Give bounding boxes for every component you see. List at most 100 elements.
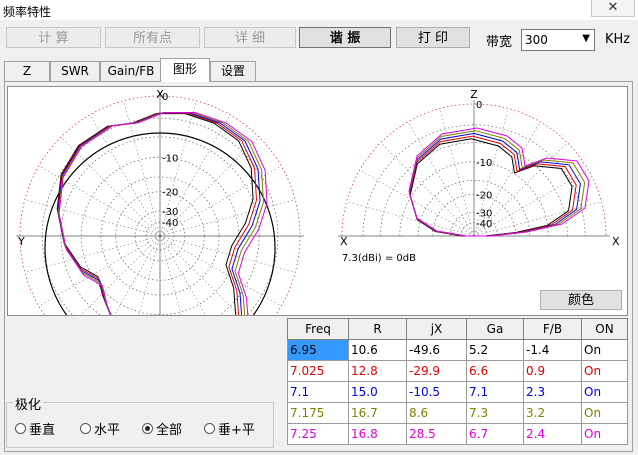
table-cell[interactable]: 6.6 — [466, 360, 524, 382]
frequency-table: Freq R jX Ga F/B ON 6.95 10.6 -49.6 5.2 -1.4… — [287, 318, 628, 445]
ring-label: -30 — [162, 207, 178, 218]
table-cell[interactable]: 7.3 — [466, 402, 524, 424]
close-button[interactable]: ✕ — [591, 0, 635, 17]
table-cell[interactable]: 28.5 — [406, 423, 467, 445]
radio-label: 全部 — [156, 423, 183, 438]
table-cell[interactable]: On — [581, 339, 628, 361]
vertical-x-axis-label-left: X — [340, 235, 348, 248]
column-header[interactable]: F/B — [523, 318, 582, 340]
ring-label: -20 — [476, 190, 492, 201]
table-row[interactable]: 7.1 15.0 -10.5 7.1 2.3 On — [287, 381, 628, 403]
color-button[interactable]: 颜色 — [540, 290, 622, 310]
grid-spoke — [159, 235, 197, 372]
ring-label: 0 — [476, 100, 482, 111]
table-cell[interactable]: 7.025 — [287, 360, 349, 382]
table-cell[interactable]: 7.175 — [287, 402, 349, 424]
grid-spoke — [38, 235, 161, 307]
calc-button[interactable]: 计 算 — [6, 27, 101, 48]
table-row[interactable]: 7.25 16.8 28.5 6.7 2.4 On — [287, 423, 628, 445]
table-cell[interactable]: -1.4 — [523, 339, 582, 361]
table-cell[interactable]: 6.95 — [287, 339, 349, 361]
table-row[interactable]: 7.175 16.7 8.6 7.3 3.2 On — [287, 402, 628, 424]
ring-label: -10 — [476, 158, 492, 169]
horizontal-pattern-plot: 0-10-20-30-40 — [16, 92, 304, 377]
grid-spoke — [439, 108, 475, 237]
all-points-button[interactable]: 所有点 — [105, 27, 200, 48]
table-cell[interactable]: 16.8 — [348, 423, 407, 445]
table-cell[interactable]: 12.8 — [348, 360, 407, 382]
radio-vertical[interactable]: 垂直 — [15, 419, 55, 438]
radio-selected-icon — [142, 423, 153, 434]
tab-swr[interactable]: SWR — [50, 61, 100, 81]
column-header[interactable]: R — [348, 318, 407, 340]
table-cell[interactable]: On — [581, 402, 628, 424]
ring-label: -40 — [162, 218, 178, 229]
table-cell[interactable]: 7.25 — [287, 423, 349, 445]
table-cell[interactable]: 5.2 — [466, 339, 524, 361]
tab-graph[interactable]: 图形 — [160, 58, 210, 82]
resonate-button[interactable]: 谐 振 — [299, 27, 391, 48]
bandwidth-unit: KHz — [605, 32, 631, 47]
close-icon: ✕ — [607, 0, 619, 15]
table-cell[interactable]: 0.9 — [523, 360, 582, 382]
bandwidth-label: 带宽 — [486, 35, 513, 50]
bandwidth-select[interactable]: 300 ▼ — [521, 29, 595, 51]
radio-all[interactable]: 全部 — [142, 419, 182, 438]
ring-label: -40 — [476, 219, 492, 230]
polarization-title: 极化 — [13, 394, 44, 413]
radio-horizontal[interactable]: 水平 — [80, 419, 120, 438]
grid-spoke — [380, 142, 475, 237]
table-cell[interactable]: 8.6 — [406, 402, 467, 424]
grid-spoke — [346, 201, 475, 237]
table-cell[interactable]: 7.1 — [287, 381, 349, 403]
table-header-row: Freq R jX Ga F/B ON — [287, 318, 628, 340]
pattern-trace — [409, 135, 577, 237]
vertical-z-axis-label: Z — [470, 88, 478, 101]
grid-spoke — [38, 165, 161, 237]
column-header[interactable]: Freq — [287, 318, 349, 340]
column-header[interactable]: Ga — [466, 318, 524, 340]
print-button[interactable]: 打 印 — [396, 27, 470, 48]
table-cell[interactable]: On — [581, 381, 628, 403]
table-cell[interactable]: 7.1 — [466, 381, 524, 403]
grid-spoke — [359, 169, 475, 237]
table-cell[interactable]: 10.6 — [348, 339, 407, 361]
table-cell[interactable]: 6.7 — [466, 423, 524, 445]
table-cell[interactable]: 3.2 — [523, 402, 582, 424]
radio-label: 水平 — [94, 423, 121, 438]
title-bar: 频率特性 ✕ — [0, 0, 638, 20]
radio-circle-icon — [204, 423, 215, 434]
dropdown-arrow-icon[interactable]: ▼ — [582, 33, 590, 44]
column-header[interactable]: jX — [406, 318, 467, 340]
column-header[interactable]: ON — [581, 318, 628, 340]
table-cell[interactable]: 2.3 — [523, 381, 582, 403]
vertical-ref-note: 7.3(dBi) = 0dB — [342, 253, 416, 264]
ring-label: -20 — [162, 188, 178, 199]
table-cell[interactable]: 16.7 — [348, 402, 407, 424]
polar-plots: 0-10-20-30-40 0-10-20-30-40 X Y Z X X 7.… — [16, 88, 620, 377]
tab-z[interactable]: Z — [4, 61, 50, 81]
table-cell[interactable]: 2.4 — [523, 423, 582, 445]
ring-label: -10 — [162, 153, 178, 164]
table-row[interactable]: 6.95 10.6 -49.6 5.2 -1.4 On — [287, 339, 628, 361]
vertical-pattern-plot: 0-10-20-30-40 — [338, 100, 610, 237]
tab-gain-fb[interactable]: Gain/FB — [100, 61, 162, 81]
tab-settings[interactable]: 设置 — [210, 61, 256, 81]
plot-area: 0 -10 -20 -30 -40 0 -10 -20 -30 -40 X Y Z X X 7.… — [7, 86, 628, 377]
table-cell[interactable]: -49.6 — [406, 339, 467, 361]
bandwidth-value: 300 — [525, 33, 548, 47]
grid-spoke — [24, 199, 161, 237]
table-cell[interactable]: -29.9 — [406, 360, 467, 382]
grid-spoke — [60, 235, 161, 336]
grid-spoke — [159, 235, 282, 307]
detail-button[interactable]: 详 细 — [204, 27, 296, 48]
radio-circle-icon — [15, 423, 26, 434]
table-cell[interactable]: 15.0 — [348, 381, 407, 403]
table-cell[interactable]: On — [581, 423, 628, 445]
table-row[interactable]: 7.025 12.8 -29.9 6.6 0.9 On — [287, 360, 628, 382]
radio-vert-plus-horiz[interactable]: 垂+平 — [204, 419, 255, 438]
vertical-x-axis-label-right: X — [612, 235, 620, 248]
table-cell[interactable]: -10.5 — [406, 381, 467, 403]
radio-label: 垂直 — [29, 423, 56, 438]
table-cell[interactable]: On — [581, 360, 628, 382]
